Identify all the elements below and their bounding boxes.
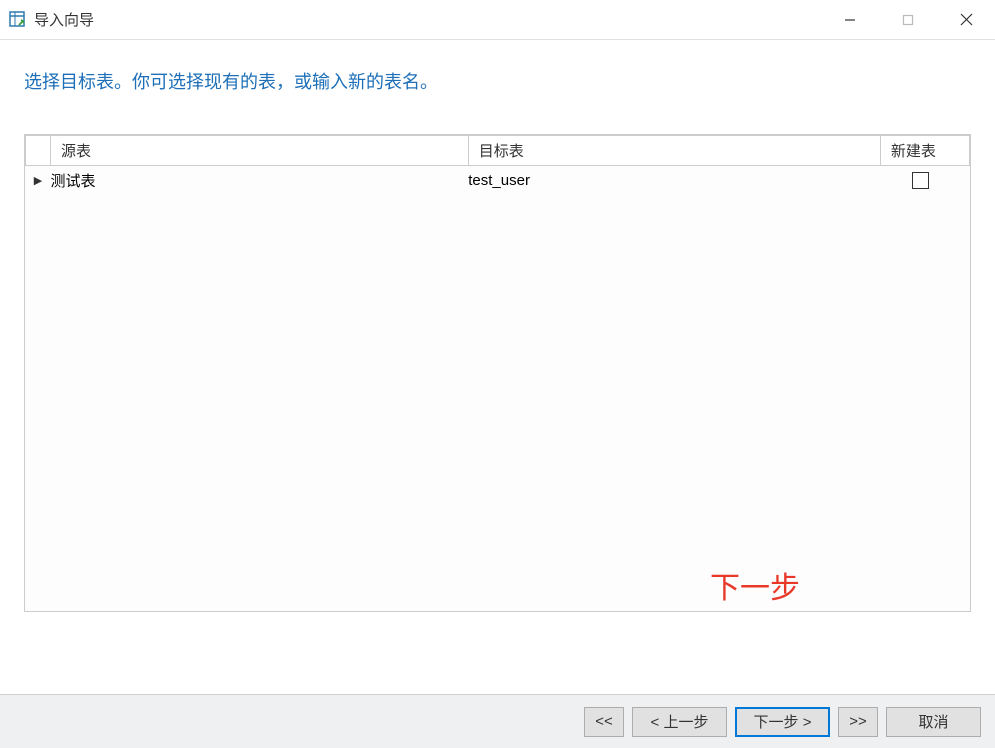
column-header-source[interactable]: 源表 [51, 136, 469, 166]
next-button[interactable]: 下一步 > [735, 707, 830, 737]
minimize-button[interactable] [821, 0, 879, 39]
window-title: 导入向导 [34, 9, 94, 30]
column-header-newtable[interactable]: 新建表 [880, 136, 969, 166]
row-indicator-icon: ▶ [26, 166, 51, 196]
annotation-next-hint: 下一步 [710, 563, 800, 607]
app-icon [8, 10, 28, 30]
first-button[interactable]: << [584, 707, 624, 737]
prev-button[interactable]: < 上一步 [632, 707, 727, 737]
instruction-text: 选择目标表。你可选择现有的表，或输入新的表名。 [0, 40, 995, 104]
source-table-cell[interactable]: 测试表 [51, 166, 469, 196]
mapping-table: 源表 目标表 新建表 ▶ 测试表 test_user [25, 135, 970, 195]
close-button[interactable] [937, 0, 995, 39]
row-marker-header [26, 136, 51, 166]
newtable-cell[interactable] [880, 166, 969, 196]
last-button[interactable]: >> [838, 707, 878, 737]
titlebar: 导入向导 [0, 0, 995, 40]
window-controls [821, 0, 995, 39]
table-row[interactable]: ▶ 测试表 test_user [26, 166, 970, 196]
newtable-checkbox[interactable] [912, 172, 929, 189]
footer-bar: << < 上一步 下一步 > >> 取消 [0, 694, 995, 748]
column-header-target[interactable]: 目标表 [468, 136, 880, 166]
maximize-button [879, 0, 937, 39]
target-table-cell[interactable]: test_user [468, 166, 880, 196]
table-panel: 源表 目标表 新建表 ▶ 测试表 test_user 下一步 [24, 134, 971, 612]
cancel-button[interactable]: 取消 [886, 707, 981, 737]
